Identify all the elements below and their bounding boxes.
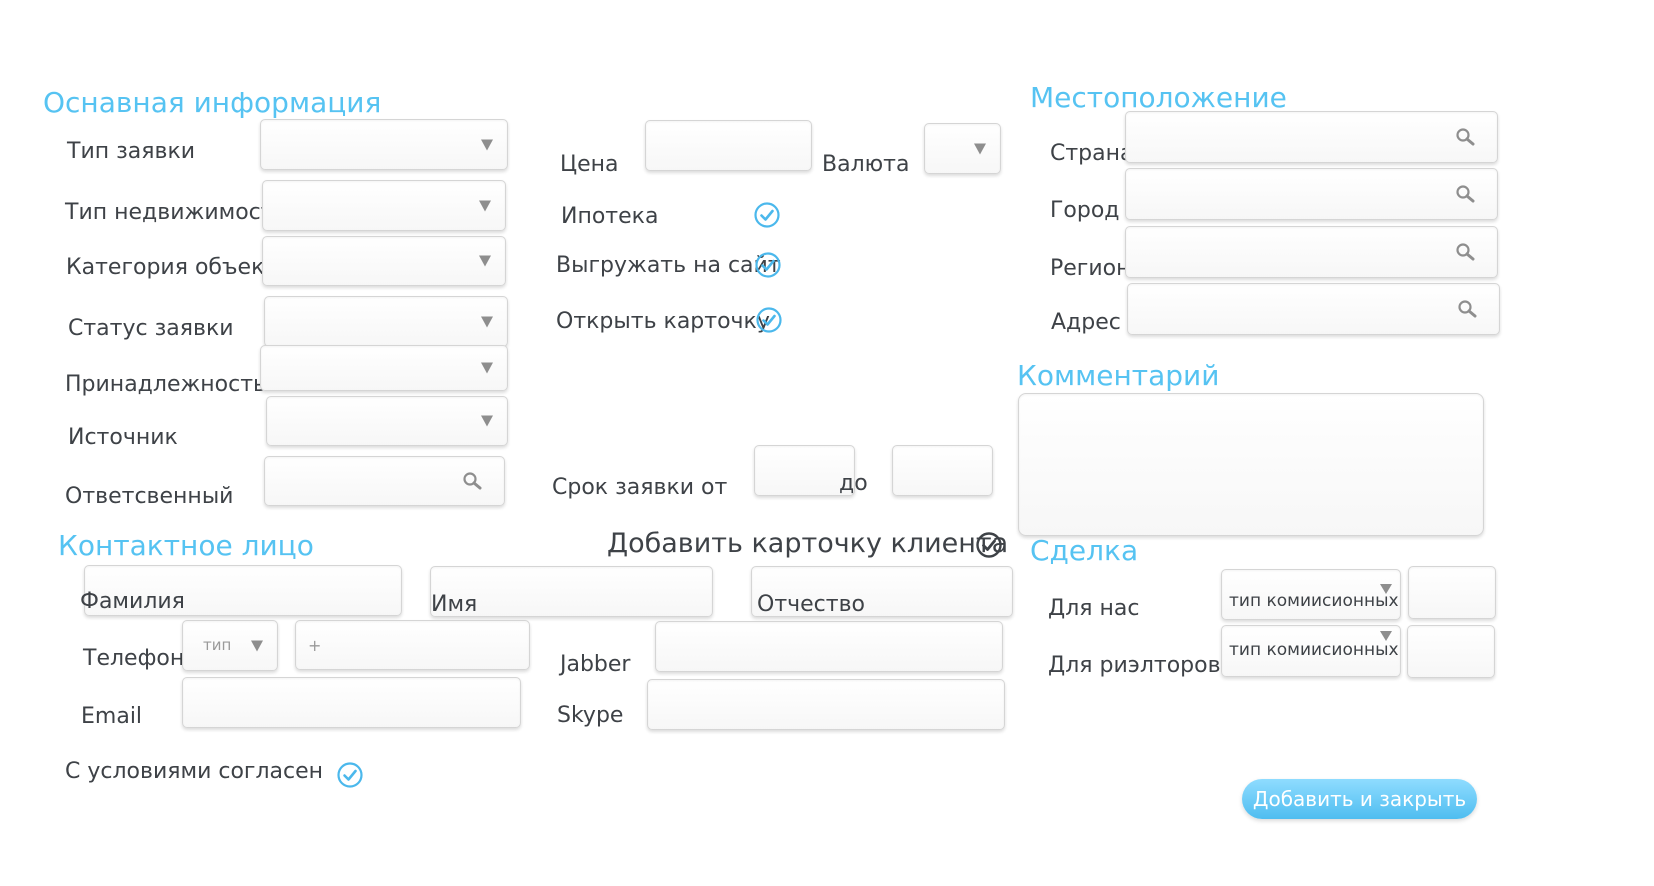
chevron-down-icon — [974, 143, 986, 154]
section-title-main-info: Оснавная информация — [43, 86, 382, 119]
mortgage-label: Ипотека — [561, 204, 659, 229]
responsible-search-field[interactable] — [264, 456, 505, 506]
request-status-select[interactable] — [264, 296, 508, 347]
chevron-down-icon — [481, 316, 493, 327]
for-us-commission-select[interactable]: тип комиисионных — [1221, 569, 1401, 620]
patronymic-label: Отчество — [757, 592, 866, 617]
responsible-label: Ответсвенный — [65, 484, 234, 509]
phone-type-select[interactable]: тип — [182, 620, 278, 671]
for-realtors-commission-type: тип комиисионных — [1229, 640, 1399, 660]
chevron-down-icon — [481, 362, 493, 374]
source-label: Источник — [68, 425, 178, 450]
jabber-label: Jabber — [560, 652, 631, 677]
property-type-label: Тип недвижимости — [65, 200, 288, 225]
chevron-down-icon — [479, 255, 491, 267]
term-to-input[interactable] — [892, 445, 993, 496]
address-search-field[interactable] — [1127, 283, 1500, 335]
request-status-label: Статус заявки — [68, 316, 234, 341]
for-us-commission-type: тип комиисионных — [1229, 591, 1399, 611]
property-type-select[interactable] — [262, 180, 506, 231]
chevron-down-icon — [481, 415, 493, 427]
open-card-label: Открыть карточку — [556, 309, 770, 334]
search-icon — [1458, 300, 1477, 318]
phone-type-placeholder: тип — [203, 636, 232, 654]
for-realtors-commission-select[interactable]: тип комиисионных — [1221, 625, 1401, 677]
export-site-label: Выгружать на сайт — [556, 253, 781, 278]
phone-prefix: + — [308, 636, 322, 655]
price-label: Цена — [560, 152, 619, 177]
section-title-deal: Сделка — [1030, 534, 1139, 567]
mortgage-check-icon[interactable] — [753, 201, 781, 229]
term-from-label: Срок заявки от — [552, 475, 728, 500]
object-category-select[interactable] — [262, 236, 506, 286]
request-type-label: Тип заявки — [67, 139, 196, 164]
email-input[interactable] — [182, 677, 521, 728]
currency-select[interactable] — [924, 123, 1001, 174]
surname-label: Фамилия — [80, 589, 185, 614]
currency-label: Валюта — [822, 152, 910, 177]
city-label: Город — [1050, 198, 1120, 223]
add-and-close-button[interactable]: Добавить и закрыть — [1242, 779, 1477, 819]
term-to-label: до — [839, 471, 868, 496]
section-title-comment: Комментарий — [1017, 359, 1220, 392]
export-site-check-icon[interactable] — [754, 251, 782, 279]
agree-label: С условиями согласен — [65, 759, 324, 784]
add-client-card-check-icon[interactable] — [975, 531, 1003, 559]
source-select[interactable] — [266, 396, 508, 446]
skype-label: Skype — [557, 703, 624, 728]
country-label: Страна — [1050, 141, 1134, 166]
comment-textarea[interactable] — [1018, 393, 1484, 536]
object-category-label: Категория объекта — [66, 255, 291, 280]
chevron-down-icon — [1380, 631, 1392, 641]
for-realtors-label: Для риэлторов — [1048, 653, 1221, 678]
country-search-field[interactable] — [1125, 111, 1498, 163]
section-title-contact: Контактное лицо — [58, 529, 314, 562]
search-icon — [1456, 185, 1475, 203]
chevron-down-icon — [479, 200, 491, 211]
section-title-location: Местоположение — [1030, 81, 1287, 114]
city-search-field[interactable] — [1125, 168, 1498, 220]
name-label: Имя — [431, 592, 478, 617]
chevron-down-icon — [251, 640, 263, 651]
add-client-card-label: Добавить карточку клиента — [607, 528, 1009, 559]
address-label: Адрес — [1051, 310, 1121, 335]
request-type-select[interactable] — [260, 119, 508, 170]
region-label: Регион — [1050, 256, 1131, 281]
chevron-down-icon — [481, 139, 493, 150]
chevron-down-icon — [1380, 584, 1392, 594]
skype-input[interactable] — [647, 679, 1005, 730]
phone-label: Телефон — [83, 646, 185, 671]
for-realtors-commission-value[interactable] — [1407, 625, 1495, 678]
agree-check-icon[interactable] — [336, 761, 364, 789]
open-card-check-icon[interactable] — [755, 306, 783, 334]
price-input[interactable] — [645, 120, 812, 171]
region-search-field[interactable] — [1125, 226, 1498, 278]
phone-input[interactable]: + — [295, 620, 530, 670]
search-icon — [463, 472, 482, 490]
ownership-select[interactable] — [260, 345, 508, 391]
search-icon — [1456, 128, 1475, 146]
search-icon — [1456, 243, 1475, 261]
ownership-label: Принадлежность — [65, 372, 267, 397]
email-label: Email — [81, 704, 143, 729]
for-us-label: Для нас — [1048, 596, 1140, 621]
for-us-commission-value[interactable] — [1408, 566, 1496, 619]
jabber-input[interactable] — [655, 621, 1003, 672]
